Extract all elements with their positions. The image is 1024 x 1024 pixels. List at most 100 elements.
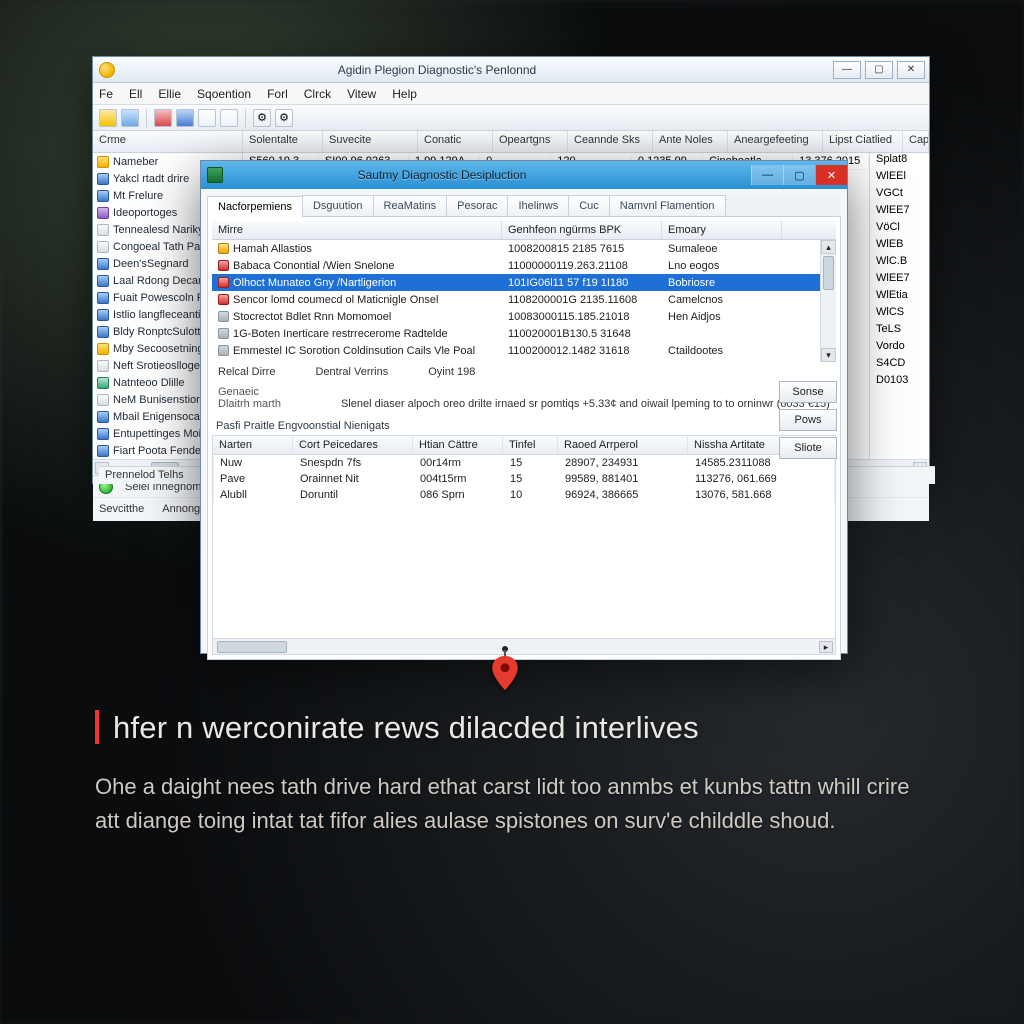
gear-a-icon[interactable]: ⚙ [253, 109, 271, 127]
info-label: Dlaitrh marth [218, 398, 281, 410]
scroll-right-icon[interactable]: ▸ [819, 641, 833, 653]
col-header[interactable]: Aneargefeeting [728, 131, 823, 152]
side-button[interactable]: Sliote [779, 437, 837, 459]
dialog-tab[interactable]: Nacforpemiens [207, 196, 303, 217]
menu-item[interactable]: Sqoention [197, 87, 251, 101]
dialog-tab[interactable]: Cuc [568, 195, 610, 216]
dialog-titlebar[interactable]: Sautmy Diagnostic Desipluction — ▢ ✕ [201, 161, 847, 189]
dialog-close-button[interactable]: ✕ [815, 165, 847, 185]
side-button[interactable]: Pows [779, 409, 837, 431]
row-status-icon [218, 243, 229, 254]
row-status-icon [218, 294, 229, 305]
tree-item-label: Mt Frelure [113, 190, 163, 202]
menubar: Fe Ell Ellie Sqoention Forl Clrck Vitew … [93, 83, 929, 105]
app-icon [99, 62, 115, 78]
dialog-list-row[interactable]: Stocrectot Bdlet Rnn Momomoel10083000115… [212, 308, 820, 325]
row-status-icon [218, 260, 229, 271]
dialog-horizontal-scrollbar[interactable]: ▸ [213, 638, 835, 654]
stats-table[interactable]: NuwSnespdn 7fs00r14rm1528907, 2349311458… [212, 455, 836, 655]
dialog-tab[interactable]: Ihelinws [507, 195, 569, 216]
mid-field: Dentral Verrins [315, 366, 388, 378]
stats-row[interactable]: PaveOrainnet Nit004t15rm1599589, 8814011… [213, 471, 835, 487]
tree-item-icon [97, 292, 109, 304]
dialog-minimize-button[interactable]: — [751, 165, 783, 185]
dialog-info: Genaeic Dlaitrh marth Slenel diaser alpo… [212, 382, 836, 414]
row-status-icon [218, 345, 229, 356]
mid-field: Relcal Dirre [218, 366, 275, 378]
menu-item[interactable]: Help [392, 87, 417, 101]
gear-b-icon[interactable]: ⚙ [275, 109, 293, 127]
right-value: Vordo [870, 340, 929, 357]
dialog-list-row[interactable]: Emmestel IC Sorotion Coldinsution Cails … [212, 342, 820, 359]
dialog-window: Sautmy Diagnostic Desipluction — ▢ ✕ Nac… [200, 160, 848, 654]
side-button[interactable]: Sonse [779, 381, 837, 403]
disk-icon[interactable] [121, 109, 139, 127]
grid-red-icon[interactable] [154, 109, 172, 127]
dialog-list-row[interactable]: Hamah Allastios1008200815 2185 7615Sumal… [212, 240, 820, 257]
columns-icon[interactable] [220, 109, 238, 127]
dialog-tab[interactable]: Pesorac [446, 195, 508, 216]
menu-item[interactable]: Fe [99, 87, 113, 101]
col-header[interactable]: Ante Noles [653, 131, 728, 152]
tree-item-label: NeM Bunisenstior [113, 394, 200, 406]
folder-icon[interactable] [99, 109, 117, 127]
toolbar-separator [146, 109, 147, 127]
tree-item-icon [97, 190, 109, 202]
tree-item-label: Deen'sSegnard [113, 258, 189, 270]
col-header[interactable]: Tinfel [503, 436, 558, 454]
tree-item-label: Tennealesd Nariky [113, 224, 204, 236]
col-header[interactable]: Lipst Ciatlied [823, 131, 903, 152]
col-header[interactable]: Emoary [662, 221, 782, 239]
col-header[interactable]: Ceannde Sks [568, 131, 653, 152]
menu-item[interactable]: Ellie [158, 87, 181, 101]
dialog-list[interactable]: Hamah Allastios1008200815 2185 7615Sumal… [212, 240, 836, 362]
dialog-title: Sautmy Diagnostic Desipluction [229, 168, 751, 182]
scroll-up-icon[interactable]: ▴ [821, 240, 836, 254]
dialog-tab[interactable]: Dsguution [302, 195, 374, 216]
row-status-icon [218, 277, 229, 288]
right-value: WlCS [870, 306, 929, 323]
col-header[interactable]: Cort Peicedares [293, 436, 413, 454]
minimize-button[interactable]: — [833, 61, 861, 79]
tree-item-icon [97, 309, 109, 321]
menu-item[interactable]: Vitew [347, 87, 376, 101]
stats-row[interactable]: NuwSnespdn 7fs00r14rm1528907, 2349311458… [213, 455, 835, 471]
dialog-list-row[interactable]: Olhoct Munateo Gny /Nartligerion101IG06l… [212, 274, 820, 291]
menu-item[interactable]: Clrck [304, 87, 331, 101]
dialog-list-row[interactable]: Sencor lomd coumecd ol Maticnigle Onsel1… [212, 291, 820, 308]
table-icon[interactable] [198, 109, 216, 127]
maximize-button[interactable]: ▢ [865, 61, 893, 79]
stats-row[interactable]: AlubllDoruntil086 Sprn1096924, 386665130… [213, 487, 835, 503]
grid-blue-icon[interactable] [176, 109, 194, 127]
col-header[interactable]: Suvecite [323, 131, 418, 152]
col-header[interactable]: Mirre [212, 221, 502, 239]
scroll-thumb[interactable] [823, 256, 834, 290]
menu-item[interactable]: Forl [267, 87, 288, 101]
col-header[interactable]: Opeartgns [493, 131, 568, 152]
col-header[interactable]: Solentalte [243, 131, 323, 152]
col-header[interactable]: Crme [93, 131, 243, 152]
main-titlebar[interactable]: Agidin Plegion Diagnostic's Penlonnd — ▢… [93, 57, 929, 83]
col-header[interactable]: Htian Cättre [413, 436, 503, 454]
dialog-tab[interactable]: ReaMatins [373, 195, 448, 216]
menu-item[interactable]: Ell [129, 87, 142, 101]
col-header[interactable]: Narten [213, 436, 293, 454]
right-value: WlEE7 [870, 204, 929, 221]
dialog-tab[interactable]: Namvnl Flamention [609, 195, 726, 216]
tree-item-label: Nameber [113, 156, 158, 168]
col-header[interactable]: Capeal Murited [903, 131, 929, 152]
scroll-thumb[interactable] [217, 641, 287, 653]
col-header[interactable]: Conatic [418, 131, 493, 152]
right-value: VöCl [870, 221, 929, 238]
dialog-list-row[interactable]: 1G-Boten Inerticare restrrecerome Radtel… [212, 325, 820, 342]
close-button[interactable]: ✕ [897, 61, 925, 79]
col-header[interactable]: Raoed Arrperol [558, 436, 688, 454]
dialog-tabs: NacforpemiensDsguutionReaMatinsPesoracIh… [207, 195, 841, 217]
dialog-list-row[interactable]: Babaca Conontial /Wien Snelone1100000011… [212, 257, 820, 274]
dialog-vertical-scrollbar[interactable]: ▴ ▾ [820, 240, 836, 362]
dialog-maximize-button[interactable]: ▢ [783, 165, 815, 185]
main-window-title: Agidin Plegion Diagnostic's Penlonnd [121, 63, 833, 77]
toolbar: ⚙ ⚙ [93, 105, 929, 131]
scroll-down-icon[interactable]: ▾ [821, 348, 836, 362]
col-header[interactable]: Genhfeon ngürms BPK [502, 221, 662, 239]
